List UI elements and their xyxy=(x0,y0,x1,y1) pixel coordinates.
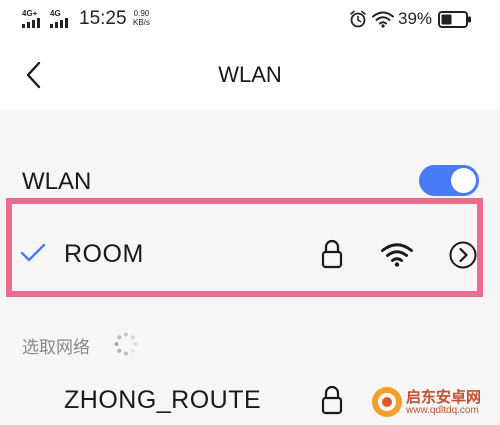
toggle-knob xyxy=(451,168,476,193)
status-bar: 4G+ 4G 15:25 0.90 KB/s 39% xyxy=(0,0,500,40)
alarm-icon xyxy=(350,10,366,28)
wlan-toggle-switch[interactable] xyxy=(419,165,479,196)
watermark: 启东安卓网 www.qdltdq.com xyxy=(368,384,496,420)
connected-network-name: ROOM xyxy=(64,240,144,268)
watermark-text: 启东安卓网 xyxy=(406,389,482,406)
wifi-icon xyxy=(372,11,394,28)
wifi-icon xyxy=(381,243,413,267)
network-speed-value: 0.90 xyxy=(133,9,150,18)
lock-icon xyxy=(321,239,343,269)
wlan-toggle-label: WLAN xyxy=(22,168,92,195)
page-title: WLAN xyxy=(218,62,282,87)
sim1-network-type: 4G+ xyxy=(22,9,38,18)
watermark-logo-icon xyxy=(372,387,402,417)
sim2-network-type: 4G xyxy=(50,9,61,18)
lock-icon xyxy=(321,385,343,415)
battery-icon xyxy=(438,11,471,28)
check-icon xyxy=(20,243,46,262)
network-details-button[interactable] xyxy=(449,241,477,269)
header: WLAN xyxy=(0,40,500,110)
choose-network-label: 选取网络 xyxy=(22,338,90,357)
network-name: ZHONG_ROUTE xyxy=(64,386,262,414)
network-speed-unit: KB/s xyxy=(133,18,150,27)
network-speed: 0.90 KB/s xyxy=(133,9,150,27)
loading-spinner-icon xyxy=(114,332,138,356)
battery-percent: 39% xyxy=(398,9,433,28)
watermark-url: www.qdltdq.com xyxy=(406,405,479,416)
chevron-right-circle-icon xyxy=(459,247,468,263)
status-time: 15:25 xyxy=(79,8,127,29)
